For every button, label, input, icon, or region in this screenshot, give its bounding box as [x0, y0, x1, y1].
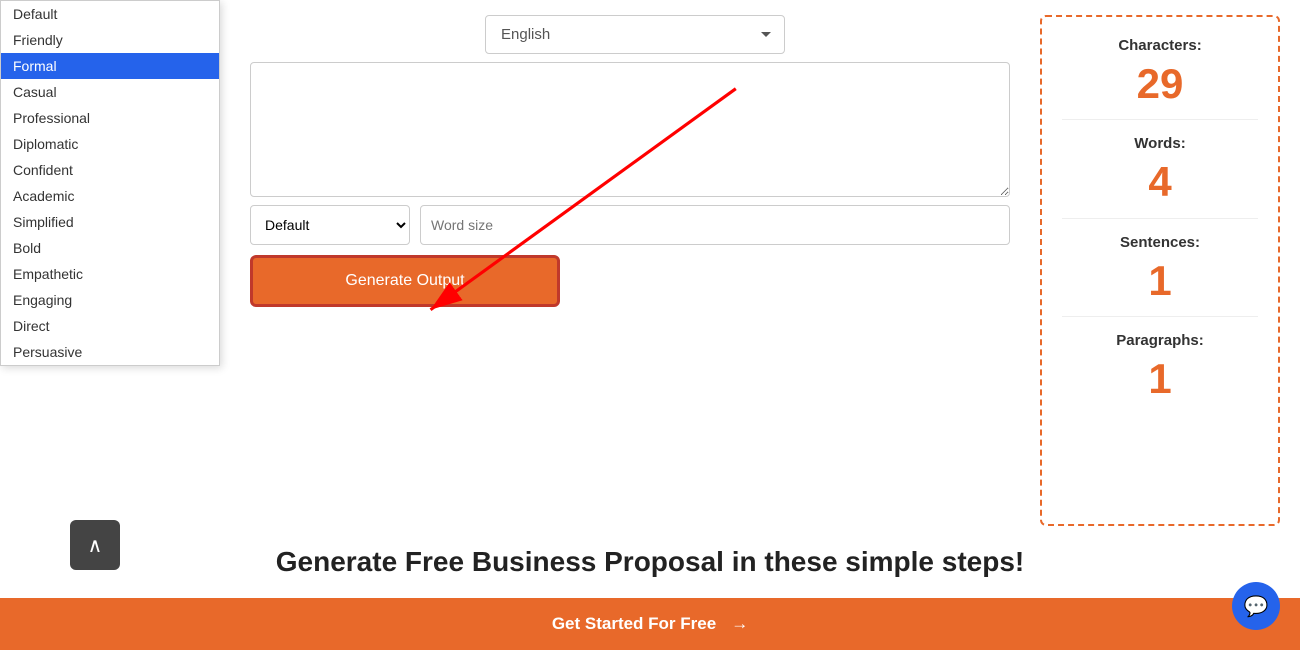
scroll-up-button[interactable]: ∧	[70, 520, 120, 570]
characters-label: Characters:	[1062, 37, 1258, 54]
center-section: English Spanish French German	[250, 15, 1020, 526]
dropdown-item-persuasive[interactable]: Persuasive	[1, 339, 219, 365]
words-label: Words:	[1062, 135, 1258, 152]
dropdown-item-diplomatic[interactable]: Diplomatic	[1, 131, 219, 157]
chat-icon: 💬	[1244, 594, 1269, 619]
dropdown-item-simplified[interactable]: Simplified	[1, 209, 219, 235]
dropdown-item-friendly[interactable]: Friendly	[1, 27, 219, 53]
bottom-controls: Default Formal Casual	[250, 205, 1010, 245]
main-textarea[interactable]	[250, 62, 1010, 197]
bottom-heading: Generate Free Business Proposal in these…	[0, 546, 1300, 578]
sentences-value: 1	[1062, 256, 1258, 306]
characters-value: 29	[1062, 59, 1258, 109]
page-layout: Default Friendly Formal Casual Professio…	[0, 0, 1300, 650]
stat-divider-2	[1062, 218, 1258, 219]
sentences-label: Sentences:	[1062, 234, 1258, 251]
language-select[interactable]: English Spanish French German	[485, 15, 785, 54]
dropdown-item-default[interactable]: Default	[1, 1, 219, 27]
dropdown-item-engaging[interactable]: Engaging	[1, 287, 219, 313]
dropdown-item-academic[interactable]: Academic	[1, 183, 219, 209]
language-row: English Spanish French German	[250, 15, 1020, 54]
dropdown-item-direct[interactable]: Direct	[1, 313, 219, 339]
chevron-up-icon: ∧	[88, 533, 103, 558]
dropdown-list: Default Friendly Formal Casual Professio…	[0, 0, 220, 366]
stats-panel: Characters: 29 Words: 4 Sentences: 1 Par…	[1040, 15, 1280, 526]
paragraphs-label: Paragraphs:	[1062, 332, 1258, 349]
words-value: 4	[1062, 157, 1258, 207]
chat-button[interactable]: 💬	[1232, 582, 1280, 630]
footer-bar: Get Started For Free →	[0, 598, 1300, 650]
stat-divider-3	[1062, 316, 1258, 317]
bottom-section: Generate Free Business Proposal in these…	[0, 526, 1300, 588]
footer-cta-text: Get Started For Free	[552, 614, 716, 634]
dropdown-item-casual[interactable]: Casual	[1, 79, 219, 105]
top-section: Default Friendly Formal Casual Professio…	[0, 0, 1300, 526]
tone-dropdown-menu: Default Friendly Formal Casual Professio…	[0, 0, 220, 366]
generate-button-wrapper: Generate Output	[250, 255, 1020, 307]
dropdown-item-bold[interactable]: Bold	[1, 235, 219, 261]
generate-output-button[interactable]: Generate Output	[250, 255, 560, 307]
stat-divider-1	[1062, 119, 1258, 120]
paragraphs-value: 1	[1062, 354, 1258, 404]
footer-arrow-icon: →	[731, 614, 748, 634]
dropdown-item-confident[interactable]: Confident	[1, 157, 219, 183]
style-select[interactable]: Default Formal Casual	[250, 205, 410, 245]
word-size-input[interactable]	[420, 205, 1010, 245]
dropdown-item-formal[interactable]: Formal	[1, 53, 219, 79]
dropdown-item-empathetic[interactable]: Empathetic	[1, 261, 219, 287]
dropdown-item-professional[interactable]: Professional	[1, 105, 219, 131]
